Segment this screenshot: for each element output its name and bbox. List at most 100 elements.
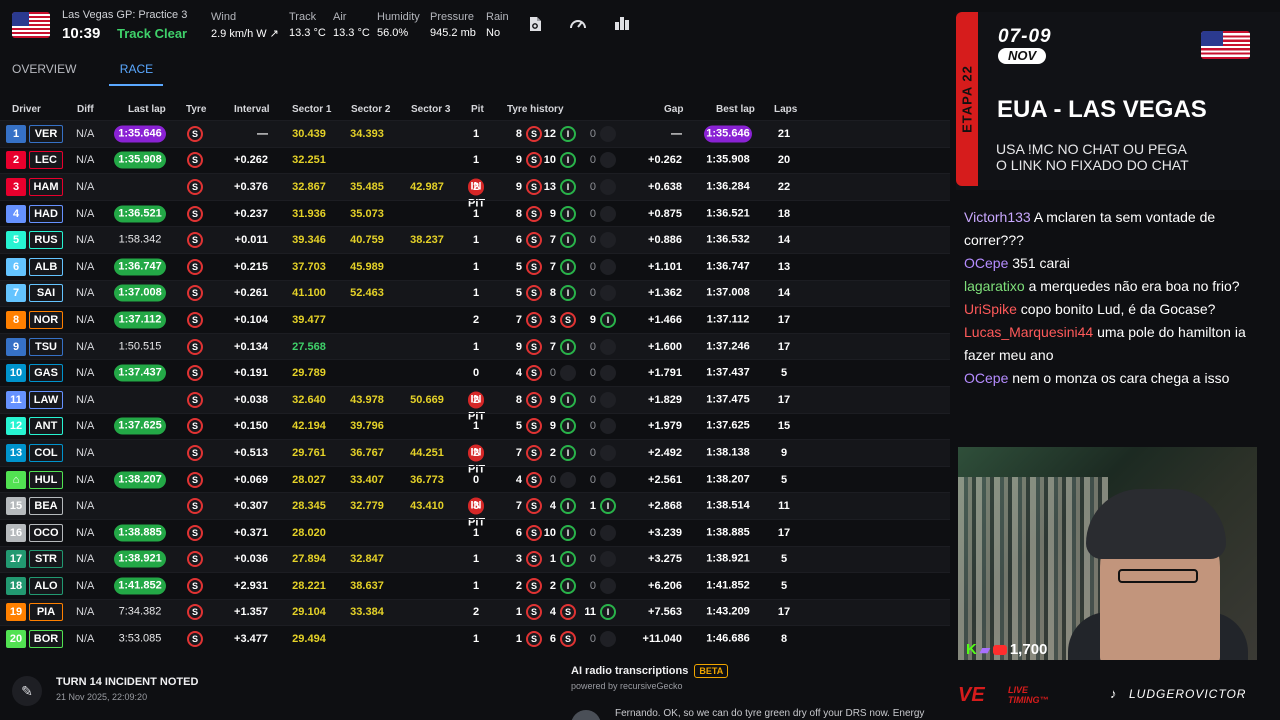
chat-username[interactable]: Lucas_Marquesini44	[964, 324, 1093, 340]
driver-code[interactable]: HAM	[29, 177, 63, 196]
pit-count: 2	[472, 606, 480, 619]
table-row[interactable]: 12 ANT N/A 1:37.625 S +0.150 42.194 39.796 1 5 S 9 I…	[0, 412, 950, 440]
col-best-lap[interactable]: Best lap	[716, 104, 755, 115]
position-badge: 5	[6, 231, 26, 250]
driver-code[interactable]: SAI	[29, 284, 63, 303]
chat-username[interactable]: OCepe	[964, 255, 1008, 271]
stint-laps: 0	[589, 127, 596, 140]
chat-message: OCepe nem o monza os cara chega a isso	[958, 367, 1270, 390]
chat-username[interactable]: UriSpike	[964, 301, 1017, 317]
table-row[interactable]: 6 ALB N/A 1:36.747 S +0.215 37.703 45.989 1 5 S 7 I 0…	[0, 252, 950, 280]
driver-code[interactable]: RUS	[29, 231, 63, 250]
col-tyre[interactable]: Tyre	[186, 104, 206, 115]
driver-code[interactable]: HUL	[29, 470, 63, 489]
event-dates: 07-09	[998, 26, 1052, 47]
stint-laps: 0	[589, 553, 596, 566]
table-row[interactable]: 9 TSU N/A 1:50.515 S +0.134 27.568 1 9 S 7 I 0 +1.600…	[0, 332, 950, 360]
radio-transcript-item[interactable]: Fernando. OK, so we can do tyre green dr…	[571, 708, 949, 720]
chat-username[interactable]: OCepe	[964, 370, 1008, 386]
pit-count: 1	[472, 420, 480, 433]
tyre-empty-icon	[600, 418, 616, 435]
col-sector-2[interactable]: Sector 2	[351, 104, 390, 115]
tyre-empty-icon	[560, 471, 576, 488]
driver-code[interactable]: VER	[29, 124, 63, 143]
document-icon[interactable]	[526, 16, 544, 34]
track-status: Track Clear	[117, 26, 188, 41]
driver-code[interactable]: BEA	[29, 497, 63, 516]
table-row[interactable]: 4 HAD N/A 1:36.521 S +0.237 31.936 35.073 1 8 S 9 I 0…	[0, 199, 950, 227]
driver-code[interactable]: LAW	[29, 390, 63, 409]
tyre-empty-icon	[600, 125, 616, 142]
col-pit[interactable]: Pit	[471, 104, 484, 115]
position-badge: 3	[6, 177, 26, 196]
gap-value: +1.466	[648, 313, 682, 326]
driver-code[interactable]: ALB	[29, 257, 63, 276]
lap-count: 22	[777, 180, 791, 193]
chat-username[interactable]: lagaratixo	[964, 278, 1025, 294]
table-row[interactable]: 20 BOR N/A 3:53.085 S +3.477 29.494 1 1 S 6 S 0 +11.0…	[0, 625, 950, 652]
driver-code[interactable]: GAS	[29, 364, 63, 383]
weather-value: 56.0%	[377, 27, 409, 39]
last-lap: 1:37.625	[114, 417, 166, 435]
driver-code[interactable]: ANT	[29, 417, 63, 436]
driver-code[interactable]: ALO	[29, 576, 63, 595]
tab-race[interactable]: RACE	[109, 62, 164, 86]
col-gap[interactable]: Gap	[664, 104, 683, 115]
table-row[interactable]: 15 BEA N/A IN PIT S +0.307 28.345 32.779 43.410 3…	[0, 492, 950, 529]
radio-powered-by: powered by recursiveGecko	[571, 681, 683, 691]
stint-laps: 9	[515, 180, 522, 193]
weather-label: Track	[289, 11, 317, 23]
stint-laps: 0	[589, 207, 596, 220]
col-sector-3[interactable]: Sector 3	[411, 104, 450, 115]
best-lap: 1:35.646	[704, 125, 752, 143]
col-laps[interactable]: Laps	[774, 104, 797, 115]
table-row[interactable]: 17 STR N/A 1:38.921 S +0.036 27.894 32.847 1 3 S 1 I…	[0, 545, 950, 573]
col-tyre-history[interactable]: Tyre history	[507, 104, 564, 115]
table-row[interactable]: 19 PIA N/A 7:34.382 S +1.357 29.104 33.384 2 1 S 4 S…	[0, 598, 950, 626]
table-row[interactable]: 5 RUS N/A 1:58.342 S +0.011 39.346 40.759 38.237…	[0, 226, 950, 253]
col-diff[interactable]: Diff	[77, 104, 94, 115]
col-driver[interactable]: Driver	[12, 104, 41, 115]
driver-code[interactable]: OCO	[29, 523, 63, 542]
table-row[interactable]: 16 OCO N/A 1:38.885 S +0.371 28.020 1 6 S 10 I 0 +3.2…	[0, 518, 950, 546]
table-row[interactable]: 13 COL N/A IN PIT S +0.513 29.761 36.767 44.251 2…	[0, 439, 950, 475]
streamer-handle: LUDGEROVICTOR	[1129, 687, 1247, 701]
table-row[interactable]: 3 HAM N/A IN PIT S +0.376 32.867 35.485 42.987 2 9…	[0, 173, 950, 209]
table-row[interactable]: 8 NOR N/A 1:37.112 S +0.104 39.477 2 7 S 3 S 9 I +1.46…	[0, 306, 950, 333]
sector-2-time: 45.989	[350, 260, 384, 273]
stint-laps: 7	[515, 446, 522, 459]
tab-overview[interactable]: OVERVIEW	[12, 62, 76, 86]
driver-code[interactable]: COL	[29, 443, 63, 462]
position-badge: ⌂	[6, 470, 26, 489]
driver-code[interactable]: LEC	[29, 151, 63, 170]
driver-code[interactable]: PIA	[29, 603, 63, 622]
table-row[interactable]: 18 ALO N/A 1:41.852 S +2.931 28.221 38.637 1 2 S 2 I…	[0, 572, 950, 599]
chat-username[interactable]: Victorh133	[964, 209, 1031, 225]
table-row[interactable]: 2 LEC N/A 1:35.908 S +0.262 32.251 1 9 S 10 I 0 +0.26…	[0, 146, 950, 174]
gap-value: +1.101	[648, 260, 682, 273]
lap-count: 17	[777, 393, 791, 406]
driver-code[interactable]: HAD	[29, 204, 63, 223]
last-lap: 7:34.382	[118, 605, 162, 618]
tyre-empty-icon	[600, 577, 616, 594]
table-row[interactable]: 7 SAI N/A 1:37.008 S +0.261 41.100 52.463 1 5 S 8 I 0…	[0, 279, 950, 307]
follower-count: 1,700	[1009, 641, 1048, 658]
table-row[interactable]: 11 LAW N/A IN PIT S +0.038 32.640 43.978 50.669 2…	[0, 385, 950, 422]
pencil-icon[interactable]: ✎	[12, 676, 42, 706]
bar-chart-icon[interactable]	[613, 16, 631, 34]
driver-code[interactable]: TSU	[29, 337, 63, 356]
driver-code[interactable]: BOR	[29, 630, 63, 649]
speedometer-icon[interactable]	[569, 16, 587, 34]
diff-value: N/A	[76, 393, 95, 406]
col-interval[interactable]: Interval	[234, 104, 270, 115]
tyre-soft-icon: S	[187, 418, 203, 435]
weather-value: 13.3 °C	[333, 27, 370, 39]
table-row[interactable]: 10 GAS N/A 1:37.437 S +0.191 29.789 0 4 S 0 0 +1.791…	[0, 359, 950, 386]
driver-code[interactable]: NOR	[29, 310, 63, 329]
table-row[interactable]: 1 VER N/A 1:35.646 S —30.439 34.393 1 8 S 12 I 0—1:3…	[0, 120, 950, 147]
driver-code[interactable]: STR	[29, 550, 63, 569]
stint-laps: 1	[515, 633, 522, 646]
table-row[interactable]: ⌂ HUL N/A 1:38.207 S +0.069 28.027 33.407 36.773…	[0, 465, 950, 493]
col-sector-1[interactable]: Sector 1	[292, 104, 331, 115]
col-last-lap[interactable]: Last lap	[128, 104, 166, 115]
